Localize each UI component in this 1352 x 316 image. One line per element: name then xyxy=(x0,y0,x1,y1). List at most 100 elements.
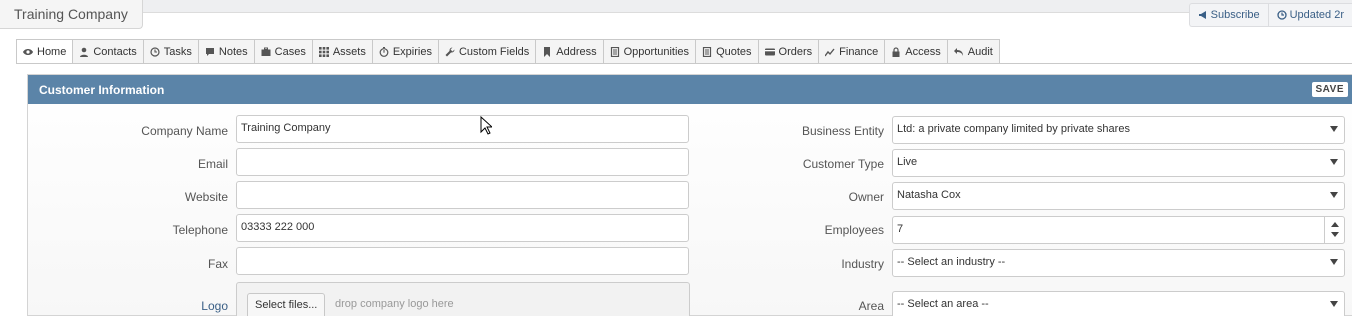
subscribe-button[interactable]: Subscribe xyxy=(1190,4,1268,26)
tab-finance[interactable]: Finance xyxy=(818,39,886,63)
user-icon xyxy=(80,47,89,57)
customer-type-value: Live xyxy=(897,156,918,168)
tab-assets[interactable]: Assets xyxy=(311,39,373,63)
customer-type-label: Customer Type xyxy=(802,157,884,171)
tab-expiries[interactable]: Expiries xyxy=(371,39,439,63)
grid-icon xyxy=(318,46,329,57)
tab-cases[interactable]: Cases xyxy=(253,39,313,63)
briefcase-icon xyxy=(261,47,271,56)
line-chart-icon xyxy=(825,48,835,56)
tab-label: Audit xyxy=(967,45,993,58)
tab-label: Expiries xyxy=(392,45,432,58)
logo-dropzone[interactable]: Select files... drop company logo here xyxy=(236,282,690,316)
industry-label: Industry xyxy=(841,257,884,271)
tab-label: Address xyxy=(556,45,597,58)
tab-contacts[interactable]: Contacts xyxy=(72,39,144,63)
tab-label: Opportunities xyxy=(623,45,690,58)
tab-bar-divider xyxy=(16,63,1352,64)
bookmark-icon xyxy=(544,46,551,57)
top-bar: Training Company Subscribe Updated 2r xyxy=(0,0,1352,38)
updated-button[interactable]: Updated 2r xyxy=(1267,4,1352,26)
area-select[interactable]: -- Select an area -- xyxy=(892,291,1345,316)
subscribe-label: Subscribe xyxy=(1210,9,1260,21)
area-label: Area xyxy=(858,299,884,313)
timer-icon xyxy=(379,46,389,57)
tab-label: Custom Fields xyxy=(458,45,530,58)
logo-label[interactable]: Logo xyxy=(90,299,228,313)
tab-label: Cases xyxy=(274,45,306,58)
tab-home[interactable]: Home xyxy=(16,39,74,64)
undo-icon xyxy=(953,47,963,56)
tab-label: Assets xyxy=(332,45,366,58)
chevron-down-icon xyxy=(1330,159,1338,165)
tab-address[interactable]: Address xyxy=(535,39,604,63)
email-input[interactable] xyxy=(236,148,689,176)
select-files-button[interactable]: Select files... xyxy=(247,293,326,316)
credit-card-icon xyxy=(764,48,775,55)
tab-label: Quotes xyxy=(716,45,752,58)
chevron-down-icon xyxy=(1330,126,1338,132)
document-icon xyxy=(610,46,619,57)
business-entity-value: Ltd: a private company limited by privat… xyxy=(897,123,1130,135)
eye-icon xyxy=(23,49,33,55)
top-bar-strip xyxy=(0,0,1352,13)
tab-quotes[interactable]: Quotes xyxy=(695,39,759,63)
tab-custom-fields[interactable]: Custom Fields xyxy=(437,39,537,63)
updated-label: Updated 2r xyxy=(1289,9,1344,21)
lock-icon xyxy=(892,46,900,57)
stepper-down-icon[interactable] xyxy=(1331,232,1339,237)
top-actions: Subscribe Updated 2r xyxy=(1188,3,1352,27)
business-entity-select[interactable]: Ltd: a private company limited by privat… xyxy=(892,116,1345,144)
mouse-cursor-icon xyxy=(480,116,492,135)
chevron-down-icon xyxy=(1330,301,1338,307)
website-input[interactable] xyxy=(236,181,689,209)
employees-label: Employees xyxy=(824,223,884,237)
comment-icon xyxy=(205,47,214,56)
tab-tasks[interactable]: Tasks xyxy=(142,39,199,63)
tab-label: Orders xyxy=(778,45,813,58)
owner-select[interactable]: Natasha Cox xyxy=(892,182,1345,210)
customer-type-select[interactable]: Live xyxy=(892,149,1345,177)
document-icon xyxy=(702,46,712,57)
fax-input[interactable] xyxy=(236,247,689,275)
tab-bar: Home Contacts Tasks Notes Cases Assets E… xyxy=(16,39,1000,64)
company-name-label: Company Name xyxy=(141,124,228,138)
tab-label: Contacts xyxy=(93,45,137,58)
clock-icon xyxy=(150,46,160,57)
employees-value: 7 xyxy=(897,223,904,235)
tab-label: Tasks xyxy=(163,45,192,58)
stepper-up-icon[interactable] xyxy=(1331,222,1339,227)
panel-header: Customer Information SAVE xyxy=(28,75,1352,104)
tab-notes[interactable]: Notes xyxy=(197,39,255,63)
tab-label: Access xyxy=(905,45,941,58)
tab-orders[interactable]: Orders xyxy=(757,39,820,63)
chevron-down-icon xyxy=(1330,192,1338,198)
tab-label: Notes xyxy=(218,45,248,58)
chevron-down-icon xyxy=(1330,259,1338,265)
industry-value: -- Select an industry -- xyxy=(897,256,1006,268)
telephone-input[interactable]: 03333 222 000 xyxy=(236,214,689,242)
tab-label: Finance xyxy=(839,45,879,58)
owner-value: Natasha Cox xyxy=(897,189,961,201)
panel-title: Customer Information xyxy=(39,83,165,97)
email-label: Email xyxy=(197,157,228,171)
logo-drop-hint: drop company logo here xyxy=(335,298,454,310)
page-title: Training Company xyxy=(0,0,143,29)
website-label: Website xyxy=(184,190,228,204)
area-value: -- Select an area -- xyxy=(897,298,989,310)
industry-select[interactable]: -- Select an industry -- xyxy=(892,249,1345,277)
tab-access[interactable]: Access xyxy=(884,39,948,63)
clock-icon xyxy=(1276,10,1287,20)
business-entity-label: Business Entity xyxy=(801,124,884,138)
tab-audit[interactable]: Audit xyxy=(946,39,1000,63)
tab-opportunities[interactable]: Opportunities xyxy=(602,39,697,63)
tab-label: Home xyxy=(37,46,67,58)
save-button[interactable]: SAVE xyxy=(1311,82,1348,97)
owner-label: Owner xyxy=(848,190,884,204)
employees-stepper[interactable] xyxy=(1324,217,1344,243)
wrench-icon xyxy=(445,46,455,56)
fax-label: Fax xyxy=(207,257,228,271)
megaphone-icon xyxy=(1198,11,1206,19)
company-name-input[interactable]: Training Company xyxy=(236,115,689,143)
employees-input[interactable]: 7 xyxy=(892,216,1345,244)
